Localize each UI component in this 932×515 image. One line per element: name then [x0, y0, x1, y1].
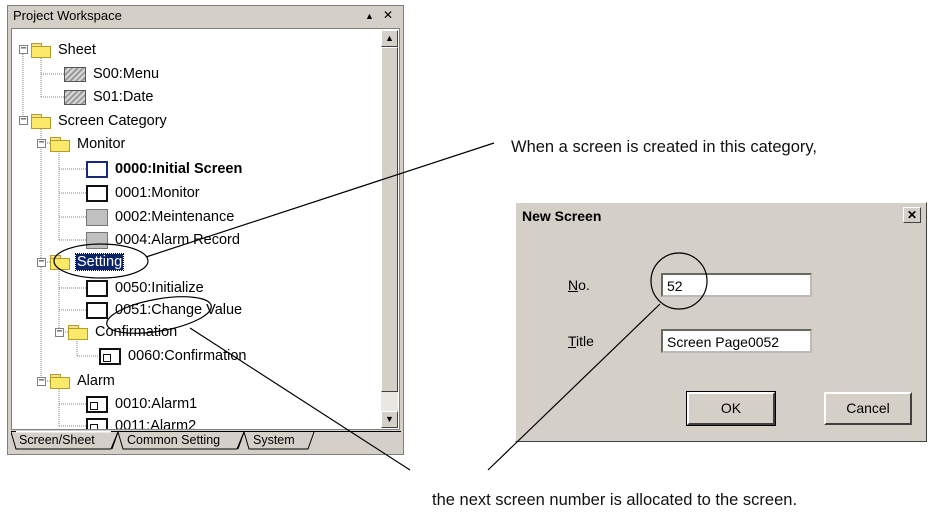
expander-monitor[interactable]: −	[37, 138, 46, 148]
sheet-icon	[64, 66, 86, 82]
new-screen-dialog: New Screen ✕ No. 52 Title Screen Page005…	[515, 202, 927, 442]
tree-item-label: Sheet	[58, 42, 96, 58]
screen-icon	[86, 160, 108, 178]
expander-sheet[interactable]: −	[19, 44, 28, 54]
screen-icon	[86, 184, 108, 202]
tree-item-0004-alarm-record[interactable]: 0004:Alarm Record	[86, 229, 241, 251]
tree-item-0000-initial-screen[interactable]: 0000:Initial Screen	[86, 158, 243, 180]
tree-item-0002-meintenance[interactable]: 0002:Meintenance	[86, 206, 235, 228]
tree-item-0051-change-value[interactable]: 0051:Change Value	[86, 299, 243, 321]
expander-alarm[interactable]: −	[37, 376, 46, 386]
tree-item-alarm[interactable]: Alarm	[50, 370, 116, 392]
tree-item-label: 0010:Alarm1	[115, 396, 198, 412]
title-label: Title	[568, 333, 594, 349]
workspace-title: Project Workspace	[13, 8, 122, 23]
tree-item-0060-confirmation[interactable]: 0060:Confirmation	[99, 345, 248, 367]
tree-item-0010-alarm1[interactable]: 0010:Alarm1	[86, 393, 198, 415]
tree-item-label: 0004:Alarm Record	[115, 232, 240, 248]
tree-item-label: 0000:Initial Screen	[115, 161, 243, 177]
folder-icon	[68, 325, 88, 340]
tree-item-label: Alarm	[77, 373, 115, 389]
scrollbar-thumb[interactable]	[381, 47, 398, 392]
tree-item-label: 0050:Initialize	[115, 280, 204, 296]
sheet-icon	[64, 89, 86, 105]
screen-title-input[interactable]: Screen Page0052	[661, 329, 812, 353]
caption-top: When a screen is created in this categor…	[511, 138, 818, 156]
workspace-title-bar: Project Workspace ▲ ✕	[8, 6, 403, 26]
folder-icon	[31, 114, 51, 129]
folder-icon	[50, 137, 70, 152]
tree-item-label: 0060:Confirmation	[128, 348, 247, 364]
popup-screen-icon	[99, 347, 121, 365]
tree-item-s00-menu[interactable]: S00:Menu	[64, 63, 160, 85]
expander-screen-category[interactable]: −	[19, 115, 28, 125]
caption-bottom: the next screen number is allocated to t…	[432, 491, 798, 509]
collapse-icon[interactable]: ▲	[365, 11, 374, 21]
tree-item-label: Monitor	[77, 136, 126, 152]
folder-icon	[50, 255, 70, 270]
tree-item-label: 0001:Monitor	[115, 185, 200, 201]
tree-item-label: 0002:Meintenance	[115, 209, 235, 225]
screen-icon	[86, 231, 108, 249]
ok-button[interactable]: OK	[686, 391, 776, 426]
tree-item-0050-initialize[interactable]: 0050:Initialize	[86, 277, 205, 299]
screen-icon	[86, 301, 108, 319]
tree-item-sheet[interactable]: Sheet	[31, 39, 97, 61]
tree-item-s01-date[interactable]: S01:Date	[64, 86, 154, 108]
tree-item-0001-monitor[interactable]: 0001:Monitor	[86, 182, 201, 204]
tab-screen-sheet[interactable]: Screen/Sheet	[13, 431, 101, 449]
tree-item-label: 0051:Change Value	[115, 302, 243, 318]
tree-item-label: 0011:Alarm2	[115, 418, 197, 430]
dialog-title: New Screen	[522, 208, 602, 224]
tree-item-label: S00:Menu	[93, 66, 160, 82]
folder-icon	[50, 374, 70, 389]
scroll-up-icon[interactable]: ▲	[381, 30, 398, 47]
tree-item-label: Setting	[74, 253, 125, 271]
tree-item-monitor[interactable]: Monitor	[50, 133, 126, 155]
screen-number-input[interactable]: 52	[661, 273, 812, 297]
folder-icon	[31, 43, 51, 58]
expander-confirmation[interactable]: −	[55, 327, 64, 337]
screen-icon	[86, 279, 108, 297]
scroll-down-icon[interactable]: ▼	[381, 411, 398, 428]
cancel-button[interactable]: Cancel	[824, 392, 912, 425]
tree-item-setting[interactable]: Setting	[50, 251, 125, 273]
tab-system[interactable]: System	[247, 431, 301, 449]
workspace-tabs: Screen/Sheet Common Setting System	[11, 431, 401, 451]
tree-item-label: Screen Category	[58, 113, 167, 129]
tree-item-label: S01:Date	[93, 89, 154, 105]
no-label: No.	[568, 277, 590, 293]
screen-icon	[86, 208, 108, 226]
tab-common-setting[interactable]: Common Setting	[121, 431, 226, 449]
popup-screen-icon	[86, 395, 108, 413]
screen-tree: − − − − − − Sheet S00:Menu S01:Date Scre…	[11, 28, 400, 430]
project-workspace-panel: Project Workspace ▲ ✕ − − − − − − Sheet …	[7, 5, 404, 455]
tree-item-label: Confirmation	[95, 324, 178, 340]
tree-scrollbar[interactable]: ▲ ▼	[381, 30, 398, 428]
tree-item-confirmation[interactable]: Confirmation	[68, 321, 178, 343]
close-icon[interactable]: ✕	[383, 8, 393, 22]
popup-screen-icon	[86, 417, 108, 429]
tree-item-screen-category[interactable]: Screen Category	[31, 110, 168, 132]
close-icon[interactable]: ✕	[903, 207, 921, 223]
expander-setting[interactable]: −	[37, 257, 46, 267]
tree-item-0011-alarm2[interactable]: 0011:Alarm2	[86, 415, 197, 430]
